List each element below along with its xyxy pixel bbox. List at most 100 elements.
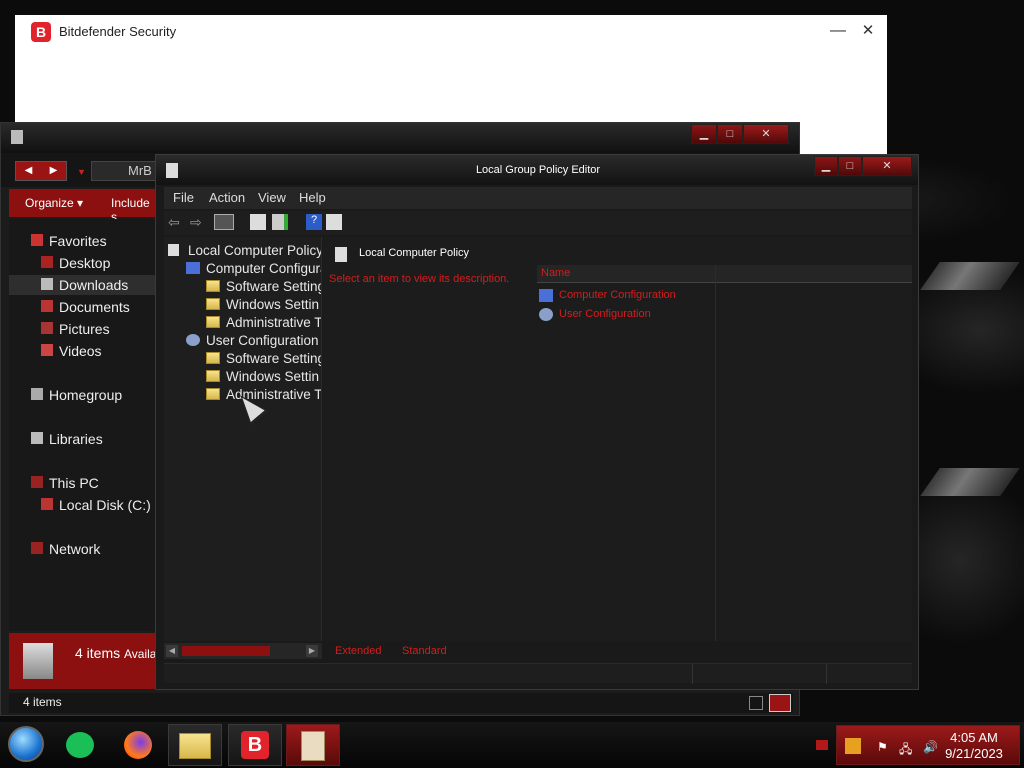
address-bar[interactable]: MrB: [91, 161, 161, 181]
details-view-icon[interactable]: [749, 696, 763, 710]
menu-view[interactable]: View: [258, 190, 286, 205]
close-button[interactable]: ✕: [743, 124, 789, 144]
sidebar-item-network[interactable]: Network: [9, 539, 157, 559]
menu-action[interactable]: Action: [209, 190, 245, 205]
sidebar-item-pictures[interactable]: Pictures: [9, 319, 157, 339]
status-divider: [826, 664, 827, 684]
export-list-icon[interactable]: [272, 214, 288, 230]
status-item-count: 4 items: [23, 695, 62, 709]
desktop-shard: [920, 262, 1020, 290]
sidebar-item-homegroup[interactable]: Homegroup: [9, 385, 157, 405]
taskbar: B ⚑ 🖧 🔊 4:05 AM 9/21/2023: [0, 722, 1024, 768]
navigation-pane: Favorites Desktop Downloads Documents Pi…: [9, 219, 157, 631]
folder-icon: [206, 280, 220, 292]
back-arrow-icon[interactable]: ◀: [16, 162, 41, 180]
close-button[interactable]: ✕: [862, 156, 912, 176]
help-icon[interactable]: ?: [306, 214, 322, 230]
status-divider: [692, 664, 693, 684]
close-button[interactable]: ✕: [857, 21, 879, 41]
start-button[interactable]: [8, 726, 44, 762]
forward-arrow-icon[interactable]: ⇨: [190, 214, 206, 230]
sidebar-item-favorites[interactable]: Favorites: [9, 231, 157, 251]
column-name-header[interactable]: Name: [541, 267, 570, 279]
computer-icon: [186, 262, 200, 274]
tray-app-icon[interactable]: [845, 738, 861, 754]
pictures-icon: [41, 322, 53, 334]
gpedit-titlebar[interactable]: Local Group Policy Editor ▁ □ ✕: [156, 155, 918, 185]
details-pane: 4 items Availa: [9, 633, 157, 689]
item-count: 4 items Availa: [75, 645, 156, 661]
forward-arrow-icon[interactable]: ▶: [41, 162, 66, 180]
window-title: Local Group Policy Editor: [475, 164, 601, 176]
window-title: Bitdefender Security: [59, 24, 177, 39]
filter-icon[interactable]: [326, 214, 342, 230]
scrollbar-thumb[interactable]: [182, 646, 270, 656]
list-header: Name: [537, 265, 912, 283]
tab-standard[interactable]: Standard: [402, 645, 447, 657]
clock[interactable]: 4:05 AM 9/21/2023: [939, 730, 1009, 762]
toolbar: ⇦ ⇨ ?: [164, 211, 912, 235]
minimize-button[interactable]: ▁: [691, 124, 717, 144]
notification-flag-icon[interactable]: [816, 740, 828, 750]
window-controls: ▁ □ ✕: [691, 124, 789, 144]
description-text: Select an item to view its description.: [329, 273, 510, 285]
folder-icon: [206, 388, 220, 400]
sidebar-item-local-disk[interactable]: Local Disk (C:): [9, 495, 157, 515]
bitdefender-button[interactable]: B: [228, 724, 282, 766]
scroll-left-icon[interactable]: ◀: [166, 645, 178, 657]
maximize-button[interactable]: □: [838, 156, 862, 176]
sidebar-item-downloads[interactable]: Downloads: [9, 275, 157, 295]
file-explorer-button[interactable]: [168, 724, 222, 766]
libraries-icon: [31, 432, 43, 444]
chat-app-button[interactable]: [54, 724, 108, 766]
sidebar-item-this-pc[interactable]: This PC: [9, 473, 157, 493]
explorer-titlebar[interactable]: ▁ □ ✕: [1, 123, 799, 153]
group-policy-editor-window: Local Group Policy Editor ▁ □ ✕ File Act…: [155, 154, 919, 690]
properties-icon[interactable]: [250, 214, 266, 230]
back-forward-buttons: ◀ ▶: [15, 161, 67, 181]
firefox-button[interactable]: [112, 724, 166, 766]
minimize-button[interactable]: ▁: [814, 156, 838, 176]
desktop-icon: [41, 256, 53, 268]
organize-button[interactable]: Organize ▾: [25, 196, 83, 210]
minimize-button[interactable]: —: [827, 21, 849, 41]
tab-extended[interactable]: Extended: [335, 645, 381, 657]
flag-icon[interactable]: ⚑: [877, 740, 891, 754]
details-pane: Local Computer Policy Select an item to …: [323, 237, 912, 641]
user-icon: [186, 334, 200, 346]
folder-icon: [206, 298, 220, 310]
policy-scroll-icon: [335, 247, 347, 262]
network-icon: [31, 542, 43, 554]
sidebar-item-videos[interactable]: Videos: [9, 341, 157, 361]
scroll-right-icon[interactable]: ▶: [306, 645, 318, 657]
bitdefender-titlebar[interactable]: B Bitdefender Security — ✕: [15, 15, 887, 49]
network-icon[interactable]: 🖧: [899, 740, 913, 756]
menu-file[interactable]: File: [173, 190, 194, 205]
sidebar-item-documents[interactable]: Documents: [9, 297, 157, 317]
folder-icon: [179, 733, 211, 759]
window-controls: ▁ □ ✕: [814, 156, 912, 176]
tree-horizontal-scrollbar[interactable]: ◀ ▶: [164, 643, 322, 659]
user-icon: [539, 308, 553, 321]
back-arrow-icon[interactable]: ⇦: [168, 214, 184, 230]
clock-time: 4:05 AM: [950, 730, 998, 745]
firefox-icon: [124, 731, 152, 759]
sidebar-item-libraries[interactable]: Libraries: [9, 429, 157, 449]
sidebar-item-desktop[interactable]: Desktop: [9, 253, 157, 273]
chat-icon: [66, 732, 94, 758]
star-icon: [31, 234, 43, 246]
item-count-text: 4 items: [75, 645, 121, 661]
column-divider-line: [715, 265, 716, 641]
policy-scroll-icon: [168, 244, 179, 256]
large-icons-view-icon[interactable]: [769, 694, 791, 712]
show-hide-tree-icon[interactable]: [214, 214, 234, 230]
folder-icon: [206, 352, 220, 364]
policy-scroll-icon: [301, 731, 325, 761]
clock-date: 9/21/2023: [945, 746, 1003, 761]
folder-large-icon: [23, 643, 53, 679]
maximize-button[interactable]: □: [717, 124, 743, 144]
menu-help[interactable]: Help: [299, 190, 326, 205]
volume-icon[interactable]: 🔊: [923, 740, 938, 754]
recent-dropdown-icon[interactable]: ▼: [77, 167, 86, 177]
group-policy-editor-button[interactable]: [286, 724, 340, 766]
